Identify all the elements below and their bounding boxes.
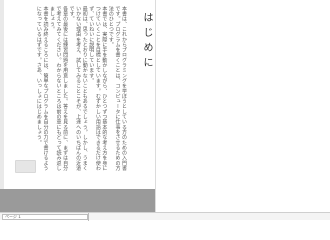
body-paragraph: 本書では、実際に手を動かしながら、ひとつずつ基本的な考え方を身につけていくことを… xyxy=(88,6,108,171)
page-bottom-gray-area xyxy=(0,189,155,212)
next-page-button[interactable] xyxy=(15,160,36,173)
toolbar-divider xyxy=(88,213,89,221)
ebook-viewer: はじめに 本書は、これからプログラミングを学ぼうとしている方のための入門書です。… xyxy=(0,0,330,221)
bottom-toolbar: ページ 1 xyxy=(0,212,330,221)
chapter-title: はじめに xyxy=(141,12,152,72)
body-paragraph: 本書を読み終えるころには、簡単なプログラムを自分の力で書けるようになっているはず… xyxy=(35,6,49,171)
page-number-input[interactable]: ページ 1 xyxy=(2,214,88,220)
blank-right-area xyxy=(155,0,330,212)
body-paragraph: 本書は、これからプログラミングを学ぼうとしている方のための入門書です。プログラム… xyxy=(107,6,127,171)
book-page: はじめに 本書は、これからプログラミングを学ぼうとしている方のための入門書です。… xyxy=(4,0,155,189)
body-text: 本書は、これからプログラミングを学ぼうとしている方のための入門書です。プログラム… xyxy=(20,6,127,174)
body-paragraph: 各章の最後には練習問題を用意しました。答えを見る前に、まずは自分で考えてみてくだ… xyxy=(48,6,69,171)
body-paragraph: 最初は、思ったとおりに動かないこともあるでしょう。しかし、うまくいかない理由を考… xyxy=(68,6,88,171)
